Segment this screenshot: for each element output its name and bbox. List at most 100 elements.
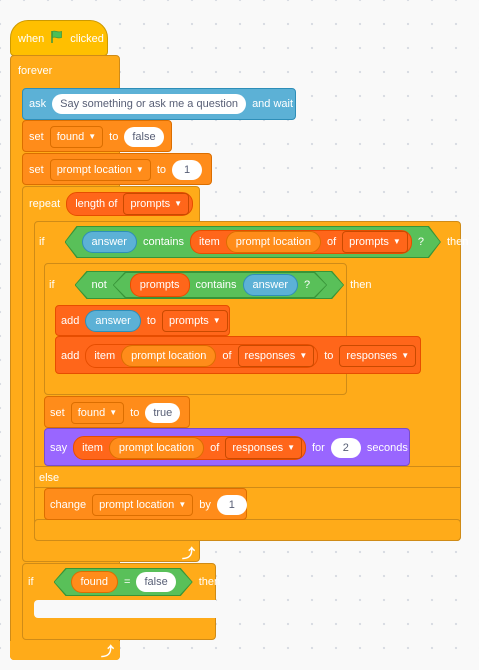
else-label: else: [39, 472, 60, 484]
not-condition[interactable]: not prompts contains answer ?: [76, 272, 344, 298]
found-equals-false-condition[interactable]: found = false: [55, 569, 192, 595]
loop-arrow-icon: ⤴: [101, 644, 115, 659]
set-true-row: set found ▼ to true: [50, 402, 181, 424]
add-label: add: [61, 350, 80, 362]
chevron-down-icon: ▼: [178, 500, 187, 509]
forever-label: forever: [18, 65, 53, 77]
if-else-bottom: [34, 519, 461, 541]
set-true-value-input[interactable]: true: [145, 403, 181, 423]
ask-question-input[interactable]: Say something or ask me a question: [52, 94, 247, 114]
for-label: for: [312, 442, 325, 454]
prompt-location-variable-dropdown[interactable]: prompt location ▼: [92, 494, 194, 516]
length-of-label: length of: [75, 198, 118, 210]
item-label: item: [94, 350, 116, 362]
say-label: say: [50, 442, 68, 454]
ask-label: ask: [29, 98, 47, 110]
repeat-label: repeat: [29, 198, 61, 210]
answer-reporter[interactable]: answer: [85, 310, 141, 332]
to-label: to: [130, 407, 140, 419]
item-of-list-reporter[interactable]: item prompt location of responses ▼: [73, 436, 306, 460]
chevron-down-icon: ▼: [299, 351, 308, 360]
prompt-location-reporter[interactable]: prompt location: [226, 231, 321, 253]
set-found-value-input[interactable]: false: [124, 127, 164, 147]
equals-operator-border: found = false: [54, 568, 193, 596]
equals-label: =: [124, 576, 131, 588]
set-found-row: set found ▼ to false: [29, 126, 164, 148]
seconds-input[interactable]: 2: [330, 438, 361, 458]
item-of-list-reporter[interactable]: item prompt location of responses ▼: [85, 344, 319, 368]
change-row: change prompt location ▼ by 1: [50, 494, 247, 516]
chevron-down-icon: ▼: [287, 443, 295, 452]
to-label: to: [109, 131, 119, 143]
responses-list-dropdown[interactable]: responses ▼: [237, 345, 315, 367]
prompts-list-dropdown[interactable]: prompts ▼: [123, 193, 190, 215]
answer-reporter[interactable]: answer: [82, 231, 137, 253]
responses-list-dropdown[interactable]: responses ▼: [225, 437, 302, 459]
set-label: set: [50, 407, 65, 419]
chevron-down-icon: ▼: [109, 408, 118, 417]
prompts-contains-answer-condition[interactable]: prompts contains answer ?: [114, 273, 326, 297]
item-label: item: [198, 236, 220, 248]
chevron-down-icon: ▼: [88, 132, 97, 141]
contains-label: contains: [142, 236, 184, 248]
set-label: set: [29, 164, 44, 176]
say-row: say item prompt location of responses ▼ f…: [50, 436, 408, 460]
of-label: of: [222, 350, 232, 362]
add1-row: add answer to prompts ▼: [61, 310, 228, 332]
if-label: if: [28, 576, 34, 588]
by-label: by: [199, 499, 211, 511]
to-label: to: [324, 350, 334, 362]
chevron-down-icon: ▼: [174, 199, 183, 208]
found-variable-dropdown[interactable]: found ▼: [70, 402, 125, 424]
then-label: then: [198, 576, 221, 588]
answer-reporter[interactable]: answer: [243, 274, 298, 296]
change-label: change: [50, 499, 87, 511]
prompts-list-reporter[interactable]: prompts: [130, 273, 190, 297]
found-variable-dropdown[interactable]: found ▼: [49, 126, 104, 148]
if-label: if: [39, 236, 45, 248]
contains-operator-border: answer contains item prompt location of …: [65, 226, 441, 258]
item-of-list-reporter[interactable]: item prompt location of prompts ▼: [190, 230, 412, 254]
green-flag-icon: [50, 30, 64, 47]
chevron-down-icon: ▼: [392, 237, 401, 246]
prompt-location-reporter[interactable]: prompt location: [121, 345, 217, 367]
prompt-location-reporter[interactable]: prompt location: [108, 437, 205, 459]
else-bar: [34, 466, 461, 488]
found-reporter[interactable]: found: [71, 571, 119, 593]
set-label: set: [29, 131, 44, 143]
and-wait-label: and wait: [252, 98, 294, 110]
then-label: then: [350, 279, 372, 291]
if3-row: if found = false then: [28, 568, 220, 596]
chevron-down-icon: ▼: [135, 165, 144, 174]
to-label: to: [146, 315, 157, 327]
not-label: not: [91, 279, 107, 291]
clicked-label: clicked: [70, 32, 104, 45]
not-operator-border: not prompts contains answer ?: [75, 271, 345, 299]
add-label: add: [61, 315, 80, 327]
change-value-input[interactable]: 1: [216, 495, 247, 515]
set-prompt-value-input[interactable]: 1: [172, 160, 203, 180]
contains-label: contains: [195, 279, 237, 291]
chevron-down-icon: ▼: [212, 316, 221, 325]
prompt-location-variable-dropdown[interactable]: prompt location ▼: [49, 159, 151, 181]
responses-list-dropdown-target[interactable]: responses ▼: [339, 345, 417, 367]
prompts-list-dropdown[interactable]: prompts ▼: [342, 231, 408, 253]
to-label: to: [156, 164, 167, 176]
set-prompt-row: set prompt location ▼ to 1: [29, 159, 203, 181]
item-label: item: [82, 442, 103, 454]
repeat-row: repeat length of prompts ▼: [29, 192, 194, 216]
if-label: if: [49, 279, 55, 291]
ask-row: ask Say something or ask me a question a…: [29, 94, 293, 114]
if1-row: if answer contains item prompt location …: [39, 226, 468, 258]
equals-value-input[interactable]: false: [136, 572, 175, 592]
of-label: of: [326, 236, 337, 248]
else-row: else: [39, 472, 59, 484]
of-label: of: [210, 442, 220, 454]
forever-row: forever: [18, 65, 52, 77]
prompts-list-dropdown[interactable]: prompts ▼: [162, 310, 228, 332]
when-label: when: [18, 32, 45, 45]
list-contains-condition[interactable]: answer contains item prompt location of …: [66, 227, 440, 257]
if2-row: if not prompts contains answer ? then: [49, 271, 372, 299]
length-of-list-reporter[interactable]: length of prompts ▼: [66, 192, 194, 216]
seconds-label: seconds: [366, 442, 408, 454]
